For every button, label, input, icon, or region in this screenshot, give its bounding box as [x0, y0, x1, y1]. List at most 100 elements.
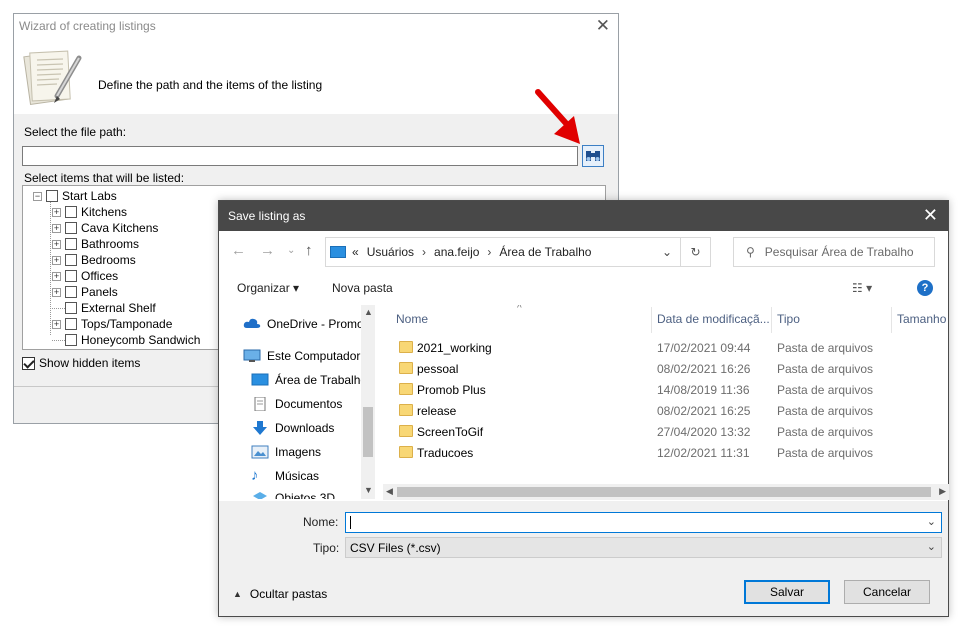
chevron-down-icon[interactable]: ⌄	[927, 515, 936, 528]
name-label: Nome:	[303, 515, 339, 529]
column-header-name[interactable]: Nome	[396, 312, 428, 332]
tree-checkbox[interactable]	[65, 206, 77, 218]
expand-icon[interactable]: +	[52, 207, 61, 217]
view-options-icon[interactable]: ☷ ▾	[852, 281, 872, 295]
chevron-down-icon[interactable]: ⌄	[927, 540, 936, 553]
address-bar[interactable]: « Usuários › ana.feijo › Área de Trabalh…	[325, 237, 711, 267]
close-icon[interactable]: ✕	[596, 16, 610, 36]
search-input[interactable]: ⚲ Pesquisar Área de Trabalho	[733, 237, 935, 267]
wizard-header-text: Define the path and the items of the lis…	[98, 78, 323, 92]
breadcrumb-item[interactable]: ana.feijo	[434, 245, 479, 259]
nav-item-3d-objects[interactable]: Objetos 3D	[251, 491, 335, 499]
history-chevron-icon[interactable]: ⌄	[287, 245, 295, 256]
tree-item[interactable]: + Panels	[52, 284, 118, 300]
chevron-right-icon[interactable]: ›	[422, 245, 426, 259]
scroll-left-icon[interactable]: ◀	[386, 486, 393, 497]
breadcrumb-item[interactable]: Usuários	[367, 245, 414, 259]
breadcrumb-overflow[interactable]: «	[352, 245, 359, 259]
organize-menu[interactable]: Organizar ▾	[237, 281, 299, 295]
expand-icon[interactable]: +	[52, 319, 61, 329]
horizontal-scrollbar[interactable]: ◀ ▶	[383, 484, 949, 500]
chevron-right-icon[interactable]: ›	[487, 245, 491, 259]
tree-item[interactable]: + Bedrooms	[52, 252, 136, 268]
file-row[interactable]: Promob Plus 14/08/2019 11:36 Pasta de ar…	[383, 379, 949, 400]
scroll-down-icon[interactable]: ▼	[364, 485, 373, 495]
tree-item[interactable]: + Offices	[52, 268, 118, 284]
file-row[interactable]: pessoal 08/02/2021 16:26 Pasta de arquiv…	[383, 358, 949, 379]
tree-item[interactable]: − Start Labs	[33, 188, 117, 204]
file-path-input[interactable]	[22, 146, 578, 166]
tree-item[interactable]: + Tops/Tamponade	[52, 316, 172, 332]
nav-item-onedrive[interactable]: OneDrive - Promo	[243, 317, 364, 331]
file-row[interactable]: release 08/02/2021 16:25 Pasta de arquiv…	[383, 400, 949, 421]
column-header-type[interactable]: Tipo	[777, 312, 800, 332]
tree-checkbox[interactable]	[65, 302, 77, 314]
file-name-input[interactable]: ⌄	[345, 512, 942, 533]
help-icon[interactable]: ?	[917, 280, 933, 296]
tree-checkbox[interactable]	[65, 270, 77, 282]
tree-item-label: Cava Kitchens	[81, 221, 159, 235]
tree-item[interactable]: + Kitchens	[52, 204, 127, 220]
nav-item-computer[interactable]: Este Computador	[243, 349, 360, 363]
document-pen-icon	[21, 46, 83, 111]
column-header-date[interactable]: Data de modificaçã...	[657, 312, 770, 332]
expand-icon[interactable]: −	[33, 191, 42, 201]
tree-checkbox[interactable]	[65, 222, 77, 234]
file-row[interactable]: 2021_working 17/02/2021 09:44 Pasta de a…	[383, 337, 949, 358]
tree-checkbox[interactable]	[65, 254, 77, 266]
forward-arrow-icon[interactable]: →	[260, 242, 275, 259]
nav-item-music[interactable]: ♪ Músicas	[251, 468, 319, 483]
column-separator[interactable]	[651, 307, 652, 333]
tree-item-label: External Shelf	[81, 301, 156, 315]
breadcrumb-item[interactable]: Área de Trabalho	[499, 245, 591, 259]
hide-folders-toggle[interactable]: ▲ Ocultar pastas	[233, 587, 327, 601]
show-hidden-checkbox[interactable]	[22, 356, 35, 370]
chevron-down-icon[interactable]: ⌄	[662, 245, 672, 259]
save-button[interactable]: Salvar	[744, 580, 830, 604]
tree-checkbox[interactable]	[65, 286, 77, 298]
scroll-up-icon[interactable]: ▲	[364, 307, 373, 317]
file-row[interactable]: Traducoes 12/02/2021 11:31 Pasta de arqu…	[383, 442, 949, 463]
horizontal-scroll-thumb[interactable]	[397, 487, 931, 497]
nav-item-pictures[interactable]: Imagens	[251, 445, 321, 459]
tree-item[interactable]: + Cava Kitchens	[52, 220, 158, 236]
tree-checkbox[interactable]	[65, 238, 77, 250]
nav-item-desktop[interactable]: Área de Trabalho	[251, 373, 367, 387]
nav-scrollbar[interactable]: ▲ ▼	[361, 305, 375, 499]
column-separator[interactable]	[771, 307, 772, 333]
expand-icon[interactable]: +	[52, 239, 61, 249]
download-icon	[251, 421, 269, 435]
expand-icon[interactable]: +	[52, 223, 61, 233]
desktop-icon	[251, 373, 269, 387]
expand-icon[interactable]: +	[52, 287, 61, 297]
column-separator[interactable]	[891, 307, 892, 333]
refresh-icon[interactable]: ↻	[680, 238, 710, 266]
new-folder-button[interactable]: Nova pasta	[332, 281, 393, 295]
file-row[interactable]: ScreenToGif 27/04/2020 13:32 Pasta de ar…	[383, 421, 949, 442]
expand-icon[interactable]: +	[52, 271, 61, 281]
tree-item[interactable]: Honeycomb Sandwich	[52, 332, 200, 348]
tree-item[interactable]: External Shelf	[52, 300, 156, 316]
tree-item[interactable]: + Bathrooms	[52, 236, 139, 252]
file-path-label: Select the file path:	[24, 125, 127, 139]
back-arrow-icon[interactable]: ←	[231, 242, 246, 259]
nav-item-downloads[interactable]: Downloads	[251, 421, 334, 435]
up-arrow-icon[interactable]: ↑	[305, 242, 313, 259]
tree-item-label: Start Labs	[62, 189, 117, 203]
file-type-select[interactable]: CSV Files (*.csv) ⌄	[345, 537, 942, 558]
column-header-size[interactable]: Tamanho	[897, 312, 946, 332]
tree-checkbox[interactable]	[65, 334, 77, 346]
folder-icon	[399, 383, 413, 395]
scroll-right-icon[interactable]: ▶	[939, 486, 946, 497]
nav-item-documents[interactable]: Documentos	[251, 396, 342, 412]
tree-checkbox[interactable]	[46, 190, 58, 202]
tree-checkbox[interactable]	[65, 318, 77, 330]
nav-scroll-thumb[interactable]	[363, 407, 373, 457]
expand-icon[interactable]: +	[52, 255, 61, 265]
cancel-button[interactable]: Cancelar	[844, 580, 930, 604]
wizard-titlebar: Wizard of creating listings ✕	[14, 14, 618, 40]
chevron-up-icon: ▲	[233, 589, 242, 599]
show-hidden-option[interactable]: Show hidden items	[22, 356, 140, 370]
close-icon[interactable]: ✕	[923, 205, 938, 226]
folder-icon	[399, 362, 413, 374]
